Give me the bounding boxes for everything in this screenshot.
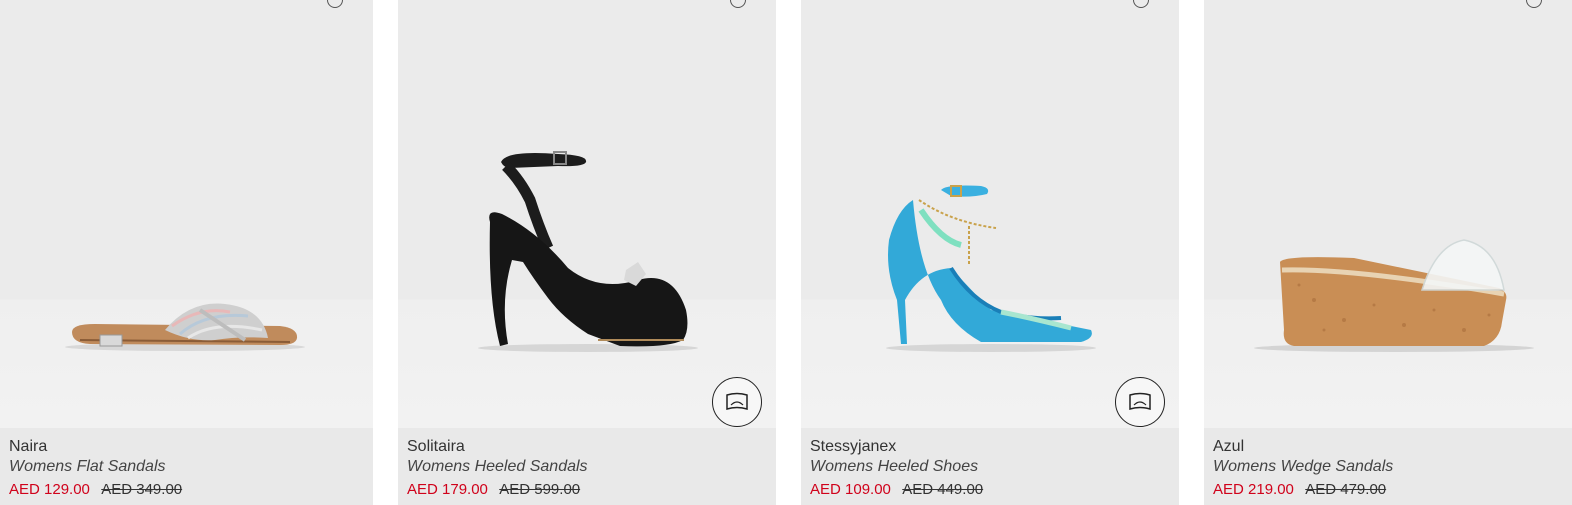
original-price: AED 449.00 [902, 481, 984, 498]
product-info: Solitaira Womens Heeled Sandals AED 179.… [398, 428, 776, 505]
product-image[interactable] [801, 0, 1179, 428]
product-card[interactable]: Naira Womens Flat Sandals AED 129.00 AED… [0, 0, 373, 505]
product-info: Stessyjanex Womens Heeled Shoes AED 109.… [801, 428, 1179, 505]
product-image[interactable] [398, 0, 776, 428]
sale-price: AED 129.00 [9, 481, 90, 498]
price-row: AED 219.00 AED 479.00 [1213, 478, 1572, 502]
3d-view-icon [1129, 392, 1151, 411]
original-price: AED 479.00 [1305, 481, 1387, 498]
price-row: AED 179.00 AED 599.00 [407, 478, 776, 502]
product-name[interactable]: Naira [9, 437, 373, 457]
product-info: Naira Womens Flat Sandals AED 129.00 AED… [0, 428, 373, 505]
product-category: Womens Heeled Shoes [810, 458, 979, 475]
sale-price: AED 179.00 [407, 481, 488, 498]
wedge-sandal-image [1254, 239, 1534, 352]
original-price: AED 599.00 [499, 481, 581, 498]
product-name[interactable]: Azul [1213, 437, 1572, 457]
3d-view-button[interactable] [1115, 377, 1165, 427]
original-price: AED 349.00 [101, 481, 183, 498]
product-category: Womens Wedge Sandals [1213, 458, 1394, 475]
sale-price: AED 109.00 [810, 481, 891, 498]
product-category: Womens Flat Sandals [9, 458, 166, 475]
price-row: AED 129.00 AED 349.00 [9, 478, 373, 502]
product-name[interactable]: Solitaira [407, 437, 776, 457]
price-row: AED 109.00 AED 449.00 [810, 478, 1179, 502]
product-card[interactable]: Solitaira Womens Heeled Sandals AED 179.… [398, 0, 776, 505]
product-name[interactable]: Stessyjanex [810, 437, 1179, 457]
product-info: Azul Womens Wedge Sandals AED 219.00 AED… [1204, 428, 1572, 505]
flat-sandal-image [65, 303, 305, 351]
3d-view-icon [726, 392, 748, 411]
product-image[interactable] [1204, 0, 1572, 428]
product-card[interactable]: Azul Womens Wedge Sandals AED 219.00 AED… [1204, 0, 1572, 505]
sale-price: AED 219.00 [1213, 481, 1294, 498]
3d-view-button[interactable] [712, 377, 762, 427]
product-category: Womens Heeled Sandals [407, 458, 588, 475]
heeled-shoe-image [886, 185, 1096, 352]
product-grid: Naira Womens Flat Sandals AED 129.00 AED… [0, 0, 1572, 505]
heeled-sandal-image [478, 151, 698, 352]
product-image[interactable] [0, 0, 373, 428]
product-card[interactable]: Stessyjanex Womens Heeled Shoes AED 109.… [801, 0, 1179, 505]
